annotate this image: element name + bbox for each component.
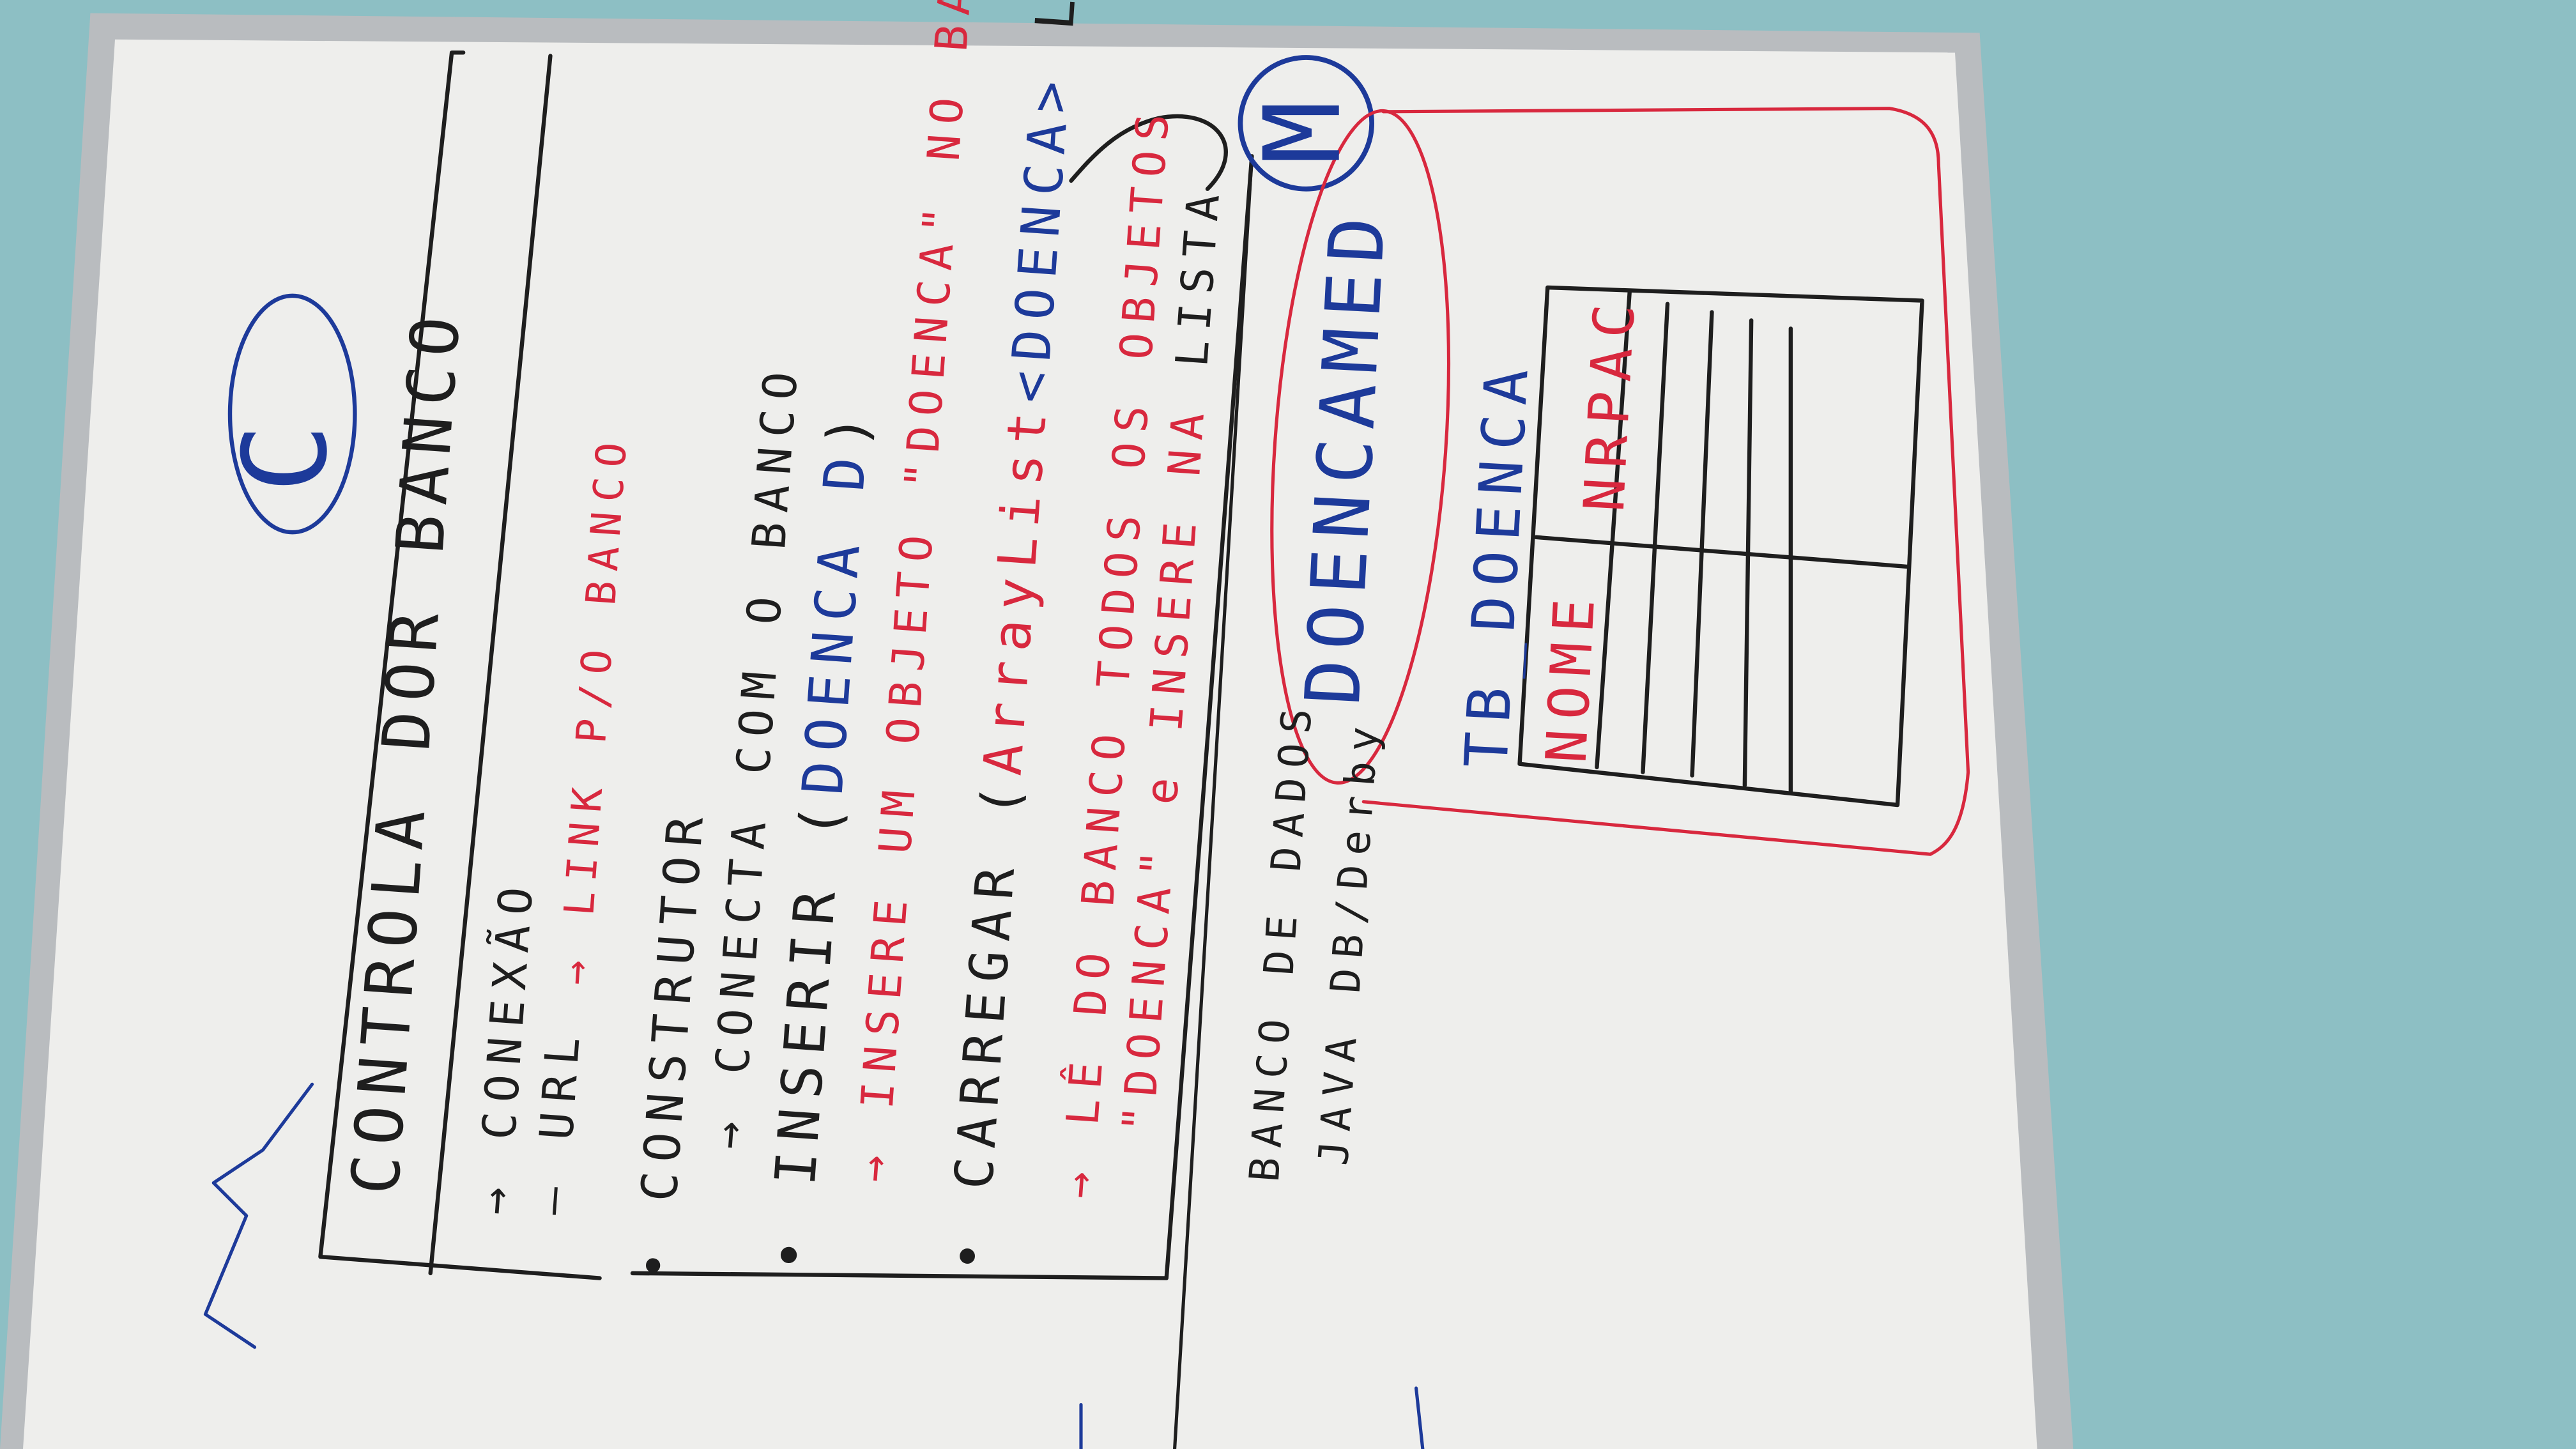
whiteboard-photo: C CONTROLA DOR BANCO → CONEXÃO — URL → L… — [0, 0, 2576, 1449]
controller-circle-letter: C — [219, 414, 353, 493]
column-header-nrpac: NRPAC — [1572, 293, 1648, 513]
model-circle-letter: M — [1241, 91, 1364, 165]
column-header-nome: NOME — [1534, 588, 1608, 765]
inserir-close: ) — [815, 402, 882, 450]
